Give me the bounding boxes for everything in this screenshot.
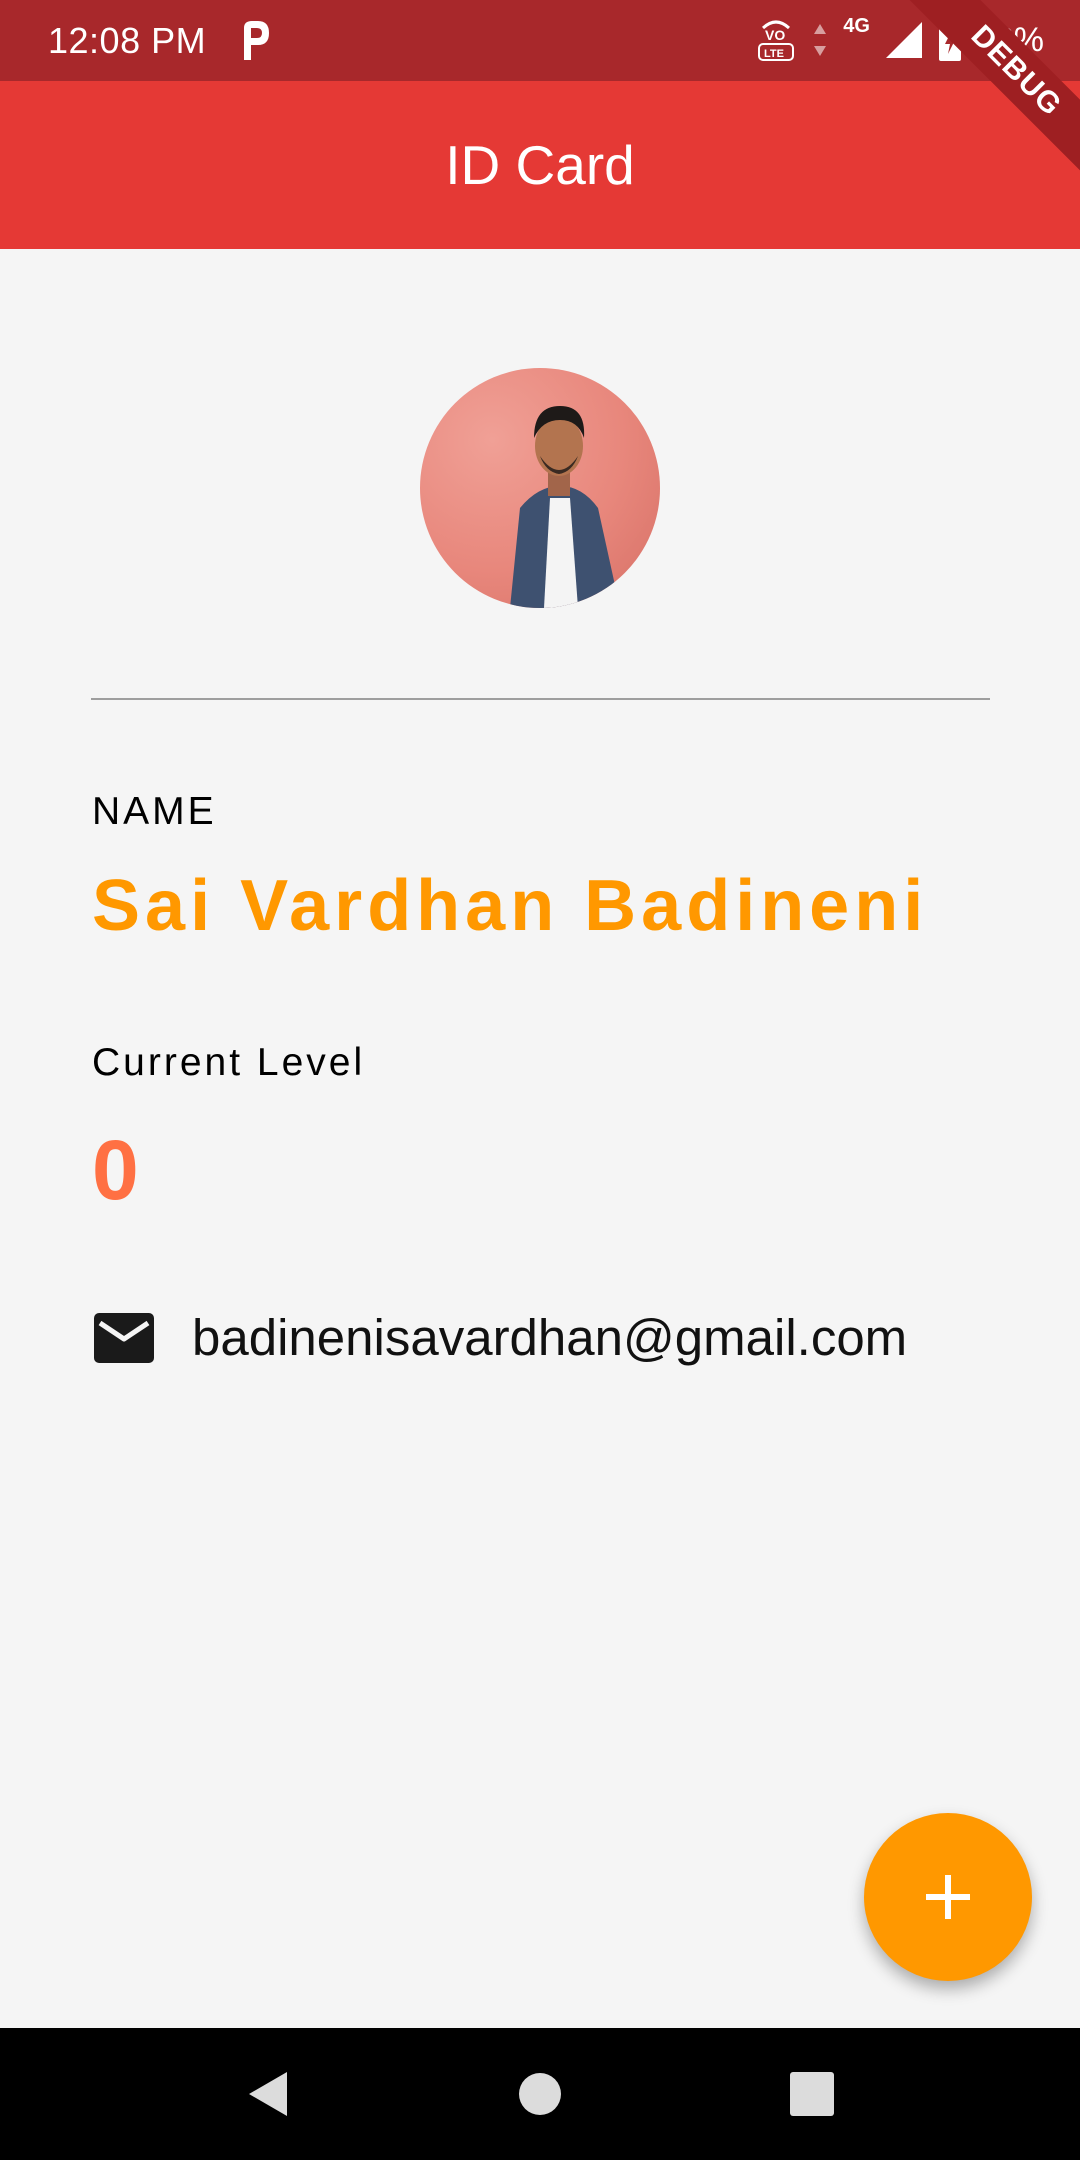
avatar <box>420 368 660 608</box>
name-value: Sai Vardhan Badineni <box>92 866 929 946</box>
svg-text:VO: VO <box>765 27 785 43</box>
svg-text:LTE: LTE <box>764 48 784 60</box>
app-notification-icon <box>244 21 269 60</box>
current-level-label: Current Level <box>92 1041 366 1084</box>
avatar-photo <box>510 406 620 608</box>
volte-icon: VO LTE <box>758 20 795 61</box>
email-row: badinenisavardhan@gmail.com <box>92 1308 907 1367</box>
nav-back-button[interactable] <box>242 2068 294 2120</box>
back-icon <box>249 2072 287 2116</box>
signal-icon <box>885 22 922 58</box>
screen: 12:08 PM VO LTE 4G 53% <box>0 0 1080 2160</box>
nav-home-button[interactable] <box>514 2068 566 2120</box>
divider <box>91 698 990 700</box>
page-title: ID Card <box>445 134 635 196</box>
recents-icon <box>790 2072 834 2116</box>
email-value: badinenisavardhan@gmail.com <box>192 1309 908 1366</box>
navigation-bar <box>0 2028 1080 2160</box>
name-label: NAME <box>92 790 217 833</box>
status-bar: 12:08 PM VO LTE 4G 53% <box>0 0 1080 81</box>
data-activity-icon <box>814 24 827 56</box>
status-time: 12:08 PM <box>48 20 207 61</box>
plus-icon <box>926 1875 970 1919</box>
mail-icon <box>94 1312 154 1363</box>
add-button[interactable] <box>864 1813 1032 1981</box>
home-icon <box>519 2073 561 2115</box>
app-bar: ID Card <box>0 81 1080 249</box>
current-level-value: 0 <box>92 1123 141 1217</box>
nav-recents-button[interactable] <box>786 2068 838 2120</box>
network-type: 4G <box>843 14 870 37</box>
